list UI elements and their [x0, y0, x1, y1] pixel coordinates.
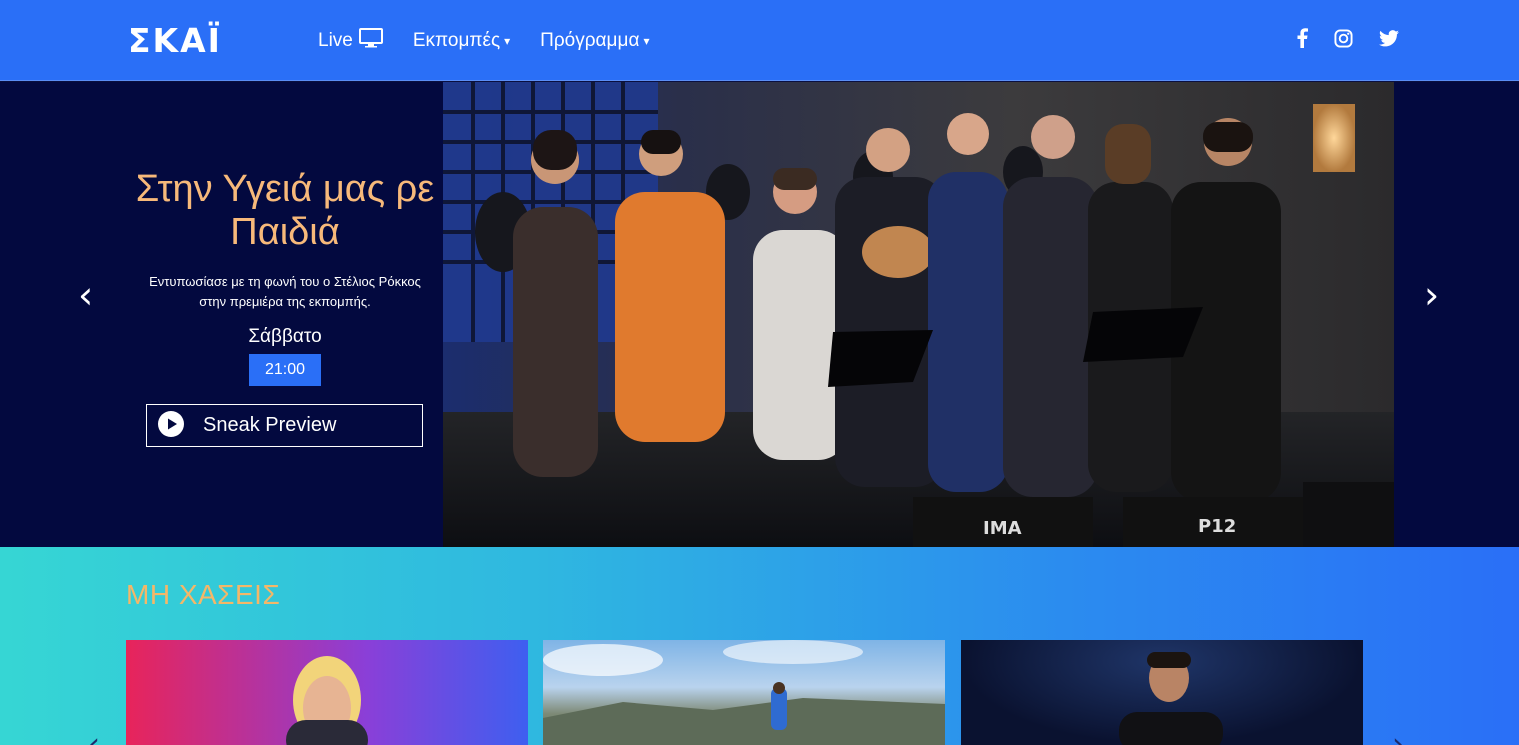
play-icon — [157, 410, 185, 442]
caret-down-icon: ▾ — [504, 34, 511, 48]
hero-info: Στην Υγειά μας ρε Παιδιά Εντυπωσίασε με … — [120, 164, 450, 386]
hero-description: Εντυπωσίασε με τη φωνή του ο Στέλιος Ρόκ… — [149, 274, 421, 309]
show-card-3[interactable] — [961, 640, 1363, 745]
instagram-icon[interactable] — [1334, 28, 1353, 52]
hero-prev-arrow-icon[interactable]: ‹ — [78, 276, 93, 314]
hero-carousel: ‹ Στην Υγειά μας ρε Παιδιά Εντυπωσίασε μ… — [0, 82, 1519, 547]
hero-image[interactable]: IMA P12 — [443, 82, 1394, 547]
hero-next-arrow-icon[interactable]: › — [1424, 276, 1439, 314]
section-next-arrow-icon[interactable]: › — [1392, 727, 1404, 745]
hero-day: Σάββατο — [248, 326, 322, 347]
social-links — [1270, 28, 1399, 52]
hero-title[interactable]: Στην Υγειά μας ρε Παιδιά — [120, 168, 450, 254]
nav-shows-label: Εκπομπές — [412, 30, 501, 51]
nav-live[interactable]: Live — [318, 28, 383, 54]
site-header: ΣΚΑΪ Live Εκπομπές ▾ Πρόγραμμα ▾ — [0, 0, 1519, 81]
hero-time-badge: 21:00 — [248, 354, 322, 386]
section-prev-arrow-icon[interactable]: ‹ — [88, 727, 100, 745]
speaker-label-2: P12 — [1198, 516, 1236, 537]
sneak-preview-button[interactable]: Sneak Preview — [146, 404, 423, 447]
caret-down-icon: ▾ — [643, 34, 650, 48]
nav-schedule[interactable]: Πρόγραμμα ▾ — [540, 30, 649, 52]
twitter-icon[interactable] — [1379, 29, 1399, 51]
main-nav: Live Εκπομπές ▾ Πρόγραμμα ▾ — [318, 28, 679, 54]
tv-icon — [358, 28, 383, 54]
nav-live-label: Live — [318, 30, 353, 51]
nav-schedule-label: Πρόγραμμα — [540, 30, 640, 51]
logo[interactable]: ΣΚΑΪ — [128, 24, 222, 58]
nav-shows[interactable]: Εκπομπές ▾ — [413, 30, 510, 52]
show-card-1[interactable] — [126, 640, 528, 745]
facebook-icon[interactable] — [1296, 28, 1308, 52]
dont-miss-section: ΜΗ ΧΑΣΕΙΣ ‹ › — [0, 547, 1519, 745]
section-title: ΜΗ ΧΑΣΕΙΣ — [126, 579, 281, 610]
show-card-2[interactable] — [543, 640, 945, 745]
sneak-preview-label: Sneak Preview — [203, 414, 337, 436]
speaker-label-1: IMA — [983, 518, 1022, 539]
